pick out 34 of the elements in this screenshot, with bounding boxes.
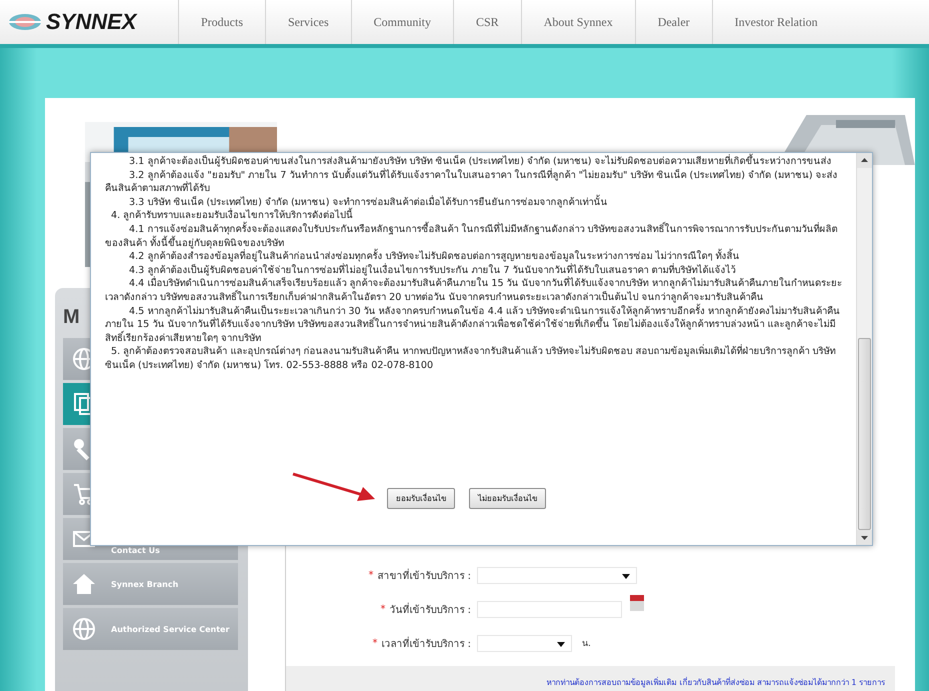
- unit-label: น.: [582, 638, 591, 650]
- dialog-button[interactable]: ไม่ยอมรับเงื่อนไข: [469, 488, 546, 509]
- calendar-icon[interactable]: [630, 595, 644, 611]
- field-label: วันที่เข้ารับบริการ :: [389, 602, 471, 616]
- scrollbar[interactable]: [856, 153, 872, 545]
- terms-paragraph: 4. ลูกค้ารับทราบและยอมรับเงื่อนไขการให้บริการดังต่อไปนี้: [105, 209, 844, 223]
- terms-paragraph: 5. ลูกค้าต้องตรวจสอบสินค้า และอุปกรณ์ต่างๆ ก่อนลงนามรับสินค้าคืน หากพบปัญหาหลังจากรับสินค้าแล้ว บริษัทจะไม่รับผิดชอบ สอบถามข้อมูลเพิ่มเติมได้ที่ฝ่ายบริการลูกค้า บริษัท ซินเน็ค (ประเทศไทย) จำกัด (มหาชน) โทร. 02-553-8888 หรือ 02-078-8100: [105, 345, 837, 372]
- scroll-down-icon[interactable]: [857, 530, 872, 545]
- logo-text[interactable]: SYNNEX: [46, 9, 136, 35]
- logo-icon: [8, 13, 42, 31]
- house-icon: [71, 571, 97, 597]
- field-label: สาขาที่เข้ารับบริการ :: [377, 568, 471, 582]
- notice-text: หากท่านต้องการสอบถามข้อมูลเพิ่มเติม เกี่ยวกับสินค้าที่ส่งซ่อม สามารถแจ้งซ่อมได้มากกว่า 1 รายการ: [546, 676, 885, 688]
- globe-icon: [71, 616, 97, 642]
- terms-paragraph: 3.2 ลูกค้าต้องแจ้ง "ยอมรับ" ภายใน 7 วันทำการ นับตั้งแต่วันที่ได้รับแจ้งราคาในใบเสนอราคา ในกรณีที่ลูกค้า "ไม่ยอมรับ" บริษัท ซินเน็ค (ประเทศไทย) จำกัด (มหาชน) จะส่งคืนสินค้าตามสภาพที่ได้รับ: [105, 168, 839, 194]
- field-label: เวลาที่เข้ารับบริการ :: [381, 636, 471, 650]
- caret-icon: [557, 642, 565, 646]
- terms-paragraph: 4.5 หากลูกค้าไม่มารับสินค้าคืนเป็นระยะเวลาเกินกว่า 30 วัน หลังจากครบกำหนดในข้อ 4.4 แล้ว บริษัทจะดำเนินการแจ้งให้ลูกค้าทราบอีกครั้ง หากลูกค้ายังคงไม่มารับสินค้าคืนภายใน 15 วัน นับจากวันที่ได้รับแจ้งจากบริษัท บริษัทขอสงวนสิทธิ์ในการจำหน่ายสินค้าดังกล่าวเพื่อชดใช้ค่าใช้จ่ายที่เกิดขึ้น โดยไม่ต้องแจ้งให้ลูกค้าทราบล่วงหน้า และลูกค้าจะไม่มีสิทธิ์เรียกร้องค่าเสียหายใดๆ จากบริษัท: [105, 304, 842, 344]
- required-mark: *: [380, 604, 386, 614]
- required-mark: *: [372, 638, 378, 648]
- scroll-up-icon[interactable]: [857, 153, 872, 168]
- terms-paragraph: 4.1 การแจ้งซ่อมสินค้าทุกครั้งจะต้องแสดงใบรับประกันหรือหลักฐานการซื้อสินค้า ในกรณีที่ไม่มีหลักฐานดังกล่าว บริษัทขอสงวนสิทธิ์ในการพิจารณาการรับประกันตามวันที่ผลิตของสินค้า ทั้งนี้ขึ้นอยู่กับดุลยพินิจของบริษัท: [105, 222, 838, 249]
- terms-paragraph: 3.3 บริษัท ซินเน็ค (ประเทศไทย) จำกัด (มหาชน) จะทำการซ่อมสินค้าต่อเมื่อได้รับการยืนยันการซ่อมจากลูกค้าเท่านั้น: [129, 196, 609, 208]
- dialog-button[interactable]: ยอมรับเงื่อนไข: [387, 488, 455, 509]
- input-field[interactable]: [477, 566, 637, 584]
- terms-paragraph: 3.1 ลูกค้าจะต้องเป็นผู้รับผิดชอบค่าขนส่งในการส่งสินค้ามายังบริษัท บริษัท ซินเน็ค (ประเทศไทย) จำกัด (มหาชน) จะไม่รับผิดชอบต่อความเสียหายที่เกิดขึ้นระหว่างการขนส่ง: [105, 155, 844, 169]
- terms-paragraph: 4.3 ลูกค้าต้องเป็นผู้รับผิดชอบค่าใช้จ่ายในการซ่อมที่ไม่อยู่ในเงื่อนไขการรับประกัน ภายใน 7 วันนับจากวันที่ได้รับใบเสนอราคา ตามที่บริษัทได้แจ้งไว้: [128, 264, 737, 276]
- caret-icon: [622, 574, 630, 578]
- required-mark: *: [368, 570, 374, 580]
- terms-paragraph: 4.4 เมื่อบริษัทดำเนินการซ่อมสินค้าเสร็จเรียบร้อยแล้ว ลูกค้าจะต้องมารับสินค้าคืนภายใน 15 วัน นับจากวันที่ได้รับแจ้งจากบริษัท หากลูกค้าไม่มารับสินค้าคืนภายในกำหนดระยะเวลาดังกล่าว บริษัทขอสงวนสิทธิ์ในการเรียกเก็บค่าฝากสินค้าในอัตรา 20 บาทต่อวัน นับจากครบกำหนดระยะเวลาดังกล่าวเป็นต้นไป จนกว่าลูกค้าจะมารับสินค้าคืน: [105, 277, 843, 304]
- input-field[interactable]: [477, 600, 622, 618]
- input-field[interactable]: [477, 634, 572, 652]
- terms-paragraph: 4.2 ลูกค้าต้องสำรองข้อมูลที่อยู่ในสินค้าก่อนนำส่งซ่อมทุกครั้ง บริษัทจะไม่รับผิดชอบต่อการสูญหายของข้อมูลในระหว่างการซ่อม ไม่ว่ากรณีใดๆ ทั้งสิ้น: [105, 250, 844, 264]
- sidebar-heading: M: [63, 305, 80, 330]
